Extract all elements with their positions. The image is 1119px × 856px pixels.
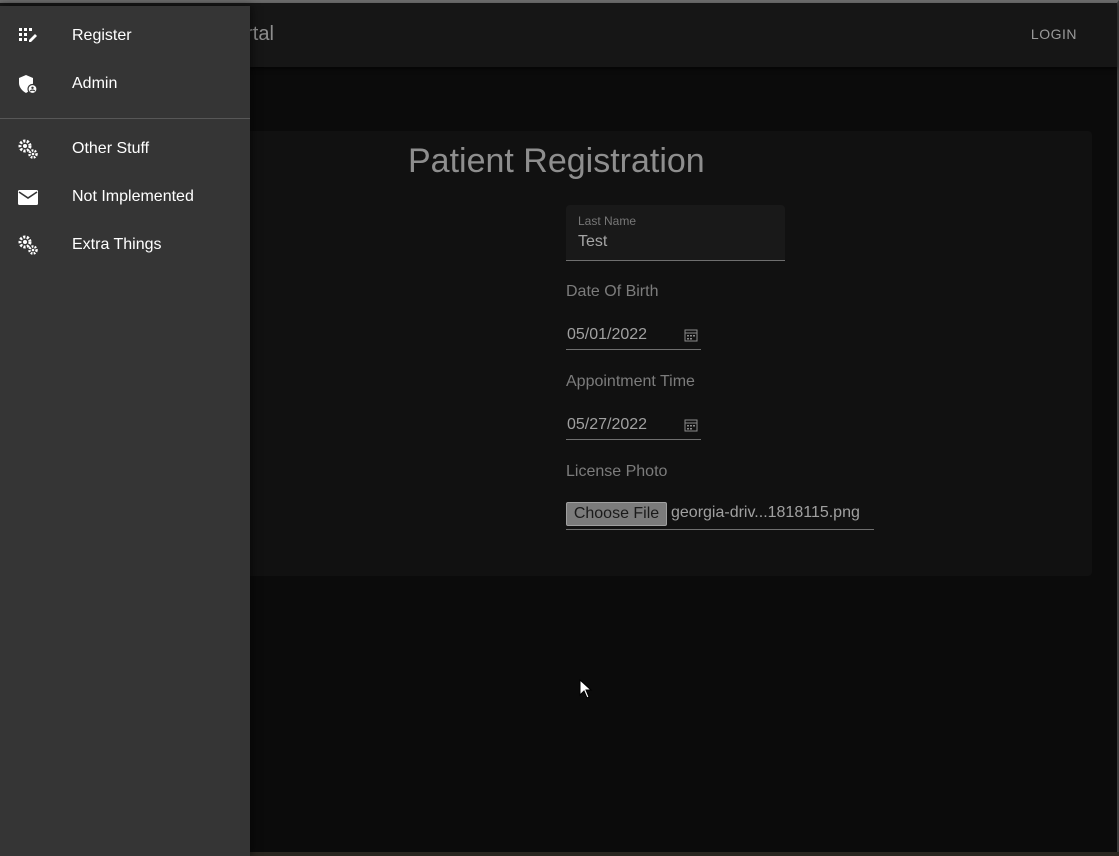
- nav-item-not-implemented[interactable]: Not Implemented: [0, 174, 250, 222]
- last-name-value: Test: [578, 233, 608, 250]
- date-of-birth-value: 05/01/2022: [567, 326, 648, 343]
- appointment-time-value: 05/27/2022: [567, 416, 648, 433]
- nav-item-label: Extra Things: [72, 236, 162, 253]
- admin-shield-icon: [19, 75, 38, 95]
- nav-item-label: Not Implemented: [72, 188, 194, 205]
- login-button[interactable]: LOGIN: [1031, 26, 1077, 42]
- last-name-field[interactable]: Last Name Test: [566, 205, 785, 261]
- calendar-icon[interactable]: [684, 418, 698, 432]
- page-title: Patient Registration: [408, 142, 705, 180]
- nav-item-label: Other Stuff: [72, 140, 150, 157]
- appointment-time-input[interactable]: 05/27/2022: [566, 414, 701, 440]
- mouse-cursor-icon: [579, 679, 593, 699]
- calendar-icon[interactable]: [684, 328, 698, 342]
- drawer-divider: [0, 118, 250, 119]
- last-name-label: Last Name: [578, 214, 637, 228]
- gears-icon: [18, 235, 38, 255]
- browser-window: n Portal LOGIN Patient Registration Last…: [0, 0, 1119, 856]
- app-registration-icon: [19, 28, 37, 42]
- date-of-birth-label: Date Of Birth: [566, 283, 659, 300]
- date-of-birth-input[interactable]: 05/01/2022: [566, 324, 701, 350]
- mail-icon: [18, 190, 38, 205]
- license-photo-label: License Photo: [566, 463, 668, 480]
- nav-item-register[interactable]: Register: [0, 13, 250, 61]
- nav-item-label: Register: [72, 27, 132, 44]
- nav-item-admin[interactable]: Admin: [0, 61, 250, 109]
- nav-item-label: Admin: [72, 75, 118, 92]
- navigation-drawer: Register Admin Other Stuff Not Implement…: [0, 6, 250, 856]
- nav-item-extra-things[interactable]: Extra Things: [0, 222, 250, 270]
- choose-file-button[interactable]: Choose File: [566, 502, 667, 526]
- nav-item-other-stuff[interactable]: Other Stuff: [0, 126, 250, 174]
- selected-file-name: georgia-driv...1818115.png: [671, 504, 860, 521]
- license-photo-input[interactable]: Choose File georgia-driv...1818115.png: [566, 502, 874, 530]
- gears-icon: [18, 139, 38, 159]
- appointment-time-label: Appointment Time: [566, 373, 695, 390]
